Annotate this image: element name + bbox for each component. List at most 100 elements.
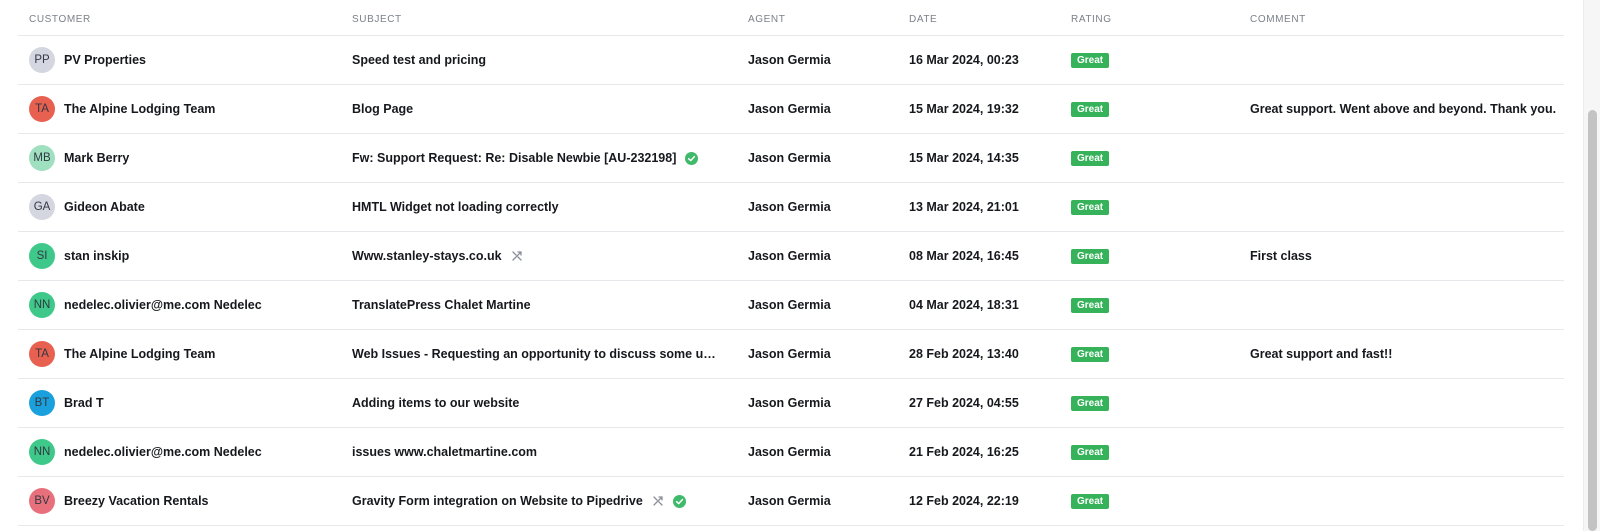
column-header-comment[interactable]: COMMENT	[1250, 0, 1306, 37]
avatar: BT	[29, 390, 55, 416]
customer-name[interactable]: Breezy Vacation Rentals	[64, 494, 209, 508]
agent-cell: Jason Germia	[748, 53, 831, 67]
customer-cell: NN nedelec.olivier@me.com Nedelec	[29, 281, 339, 329]
merge-icon	[511, 250, 523, 262]
rating-badge: Great	[1071, 199, 1110, 215]
date-cell: 04 Mar 2024, 18:31	[909, 298, 1019, 312]
customer-name[interactable]: The Alpine Lodging Team	[64, 347, 215, 361]
customer-name[interactable]: nedelec.olivier@me.com Nedelec	[64, 445, 262, 459]
rating-cell: Great	[1071, 428, 1231, 476]
avatar: BV	[29, 488, 55, 514]
agent-cell: Jason Germia	[748, 249, 831, 263]
table-row[interactable]: BT Brad T Adding items to our website Jason…	[18, 379, 1564, 428]
customer-cell: NN nedelec.olivier@me.com Nedelec	[29, 428, 339, 476]
table-row[interactable]: NN nedelec.olivier@me.com Nedelec Translat…	[18, 281, 1564, 330]
table-header: CUSTOMER SUBJECT AGENT DATE RATING COMME…	[18, 0, 1564, 36]
customer-name[interactable]: Gideon Abate	[64, 200, 145, 214]
column-header-rating[interactable]: RATING	[1071, 0, 1112, 37]
page: CUSTOMER SUBJECT AGENT DATE RATING COMME…	[0, 0, 1600, 531]
comment-cell	[1250, 379, 1570, 427]
avatar: PP	[29, 47, 55, 73]
subject-link[interactable]: Web Issues - Requesting an opportunity t…	[352, 347, 717, 361]
rating-cell: Great	[1071, 330, 1231, 378]
customer-cell: GA Gideon Abate	[29, 183, 339, 231]
table-row[interactable]: GA Gideon Abate HMTL Widget not loading co…	[18, 183, 1564, 232]
agent-cell: Jason Germia	[748, 494, 831, 508]
table-row[interactable]: NN nedelec.olivier@me.com Nedelec issues w…	[18, 428, 1564, 477]
avatar: GA	[29, 194, 55, 220]
customer-cell: TA The Alpine Lodging Team	[29, 85, 339, 133]
comment-cell	[1250, 477, 1570, 525]
ratings-table: CUSTOMER SUBJECT AGENT DATE RATING COMME…	[18, 0, 1564, 526]
avatar: MB	[29, 145, 55, 171]
column-header-customer[interactable]: CUSTOMER	[29, 0, 91, 37]
subject-cell: TranslatePress Chalet Martine	[352, 281, 742, 329]
subject-cell: issues www.chaletmartine.com	[352, 428, 742, 476]
rating-badge: Great	[1071, 493, 1110, 509]
subject-link[interactable]: Www.stanley-stays.co.uk	[352, 249, 502, 263]
table-row[interactable]: BV Breezy Vacation Rentals Gravity Form in…	[18, 477, 1564, 526]
avatar: TA	[29, 341, 55, 367]
table-row[interactable]: MB Mark Berry Fw: Support Request: Re: Dis…	[18, 134, 1564, 183]
customer-cell: SI stan inskip	[29, 232, 339, 280]
date-cell: 08 Mar 2024, 16:45	[909, 249, 1019, 263]
customer-name[interactable]: PV Properties	[64, 53, 146, 67]
table-row[interactable]: SI stan inskip Www.stanley-stays.co.uk Jaso…	[18, 232, 1564, 281]
column-header-subject[interactable]: SUBJECT	[352, 0, 402, 37]
customer-cell: PP PV Properties	[29, 36, 339, 84]
subject-link[interactable]: TranslatePress Chalet Martine	[352, 298, 531, 312]
comment-cell	[1250, 428, 1570, 476]
comment-cell	[1250, 134, 1570, 182]
subject-link[interactable]: Gravity Form integration on Website to P…	[352, 494, 643, 508]
subject-link[interactable]: Fw: Support Request: Re: Disable Newbie …	[352, 151, 676, 165]
customer-name[interactable]: The Alpine Lodging Team	[64, 102, 215, 116]
customer-cell: TA The Alpine Lodging Team	[29, 330, 339, 378]
subject-link[interactable]: HMTL Widget not loading correctly	[352, 200, 559, 214]
table-row[interactable]: TA The Alpine Lodging Team Blog Page Jason …	[18, 85, 1564, 134]
avatar: NN	[29, 292, 55, 318]
date-cell: 21 Feb 2024, 16:25	[909, 445, 1019, 459]
customer-cell: BT Brad T	[29, 379, 339, 427]
column-header-agent[interactable]: AGENT	[748, 0, 785, 37]
avatar: TA	[29, 96, 55, 122]
comment-cell	[1250, 183, 1570, 231]
column-header-date[interactable]: DATE	[909, 0, 937, 37]
rating-cell: Great	[1071, 477, 1231, 525]
subject-cell: Adding items to our website	[352, 379, 742, 427]
rating-cell: Great	[1071, 232, 1231, 280]
rating-badge: Great	[1071, 346, 1110, 362]
date-cell: 15 Mar 2024, 19:32	[909, 102, 1019, 116]
rating-cell: Great	[1071, 134, 1231, 182]
rating-cell: Great	[1071, 281, 1231, 329]
agent-cell: Jason Germia	[748, 200, 831, 214]
check-circle-icon	[685, 151, 699, 165]
agent-cell: Jason Germia	[748, 445, 831, 459]
comment-cell: Great support. Went above and beyond. Th…	[1250, 102, 1557, 116]
agent-cell: Jason Germia	[748, 298, 831, 312]
table-row[interactable]: TA The Alpine Lodging Team Web Issues - Re…	[18, 330, 1564, 379]
customer-name[interactable]: nedelec.olivier@me.com Nedelec	[64, 298, 262, 312]
rating-cell: Great	[1071, 36, 1231, 84]
rating-badge: Great	[1071, 101, 1110, 117]
agent-cell: Jason Germia	[748, 347, 831, 361]
subject-cell: Www.stanley-stays.co.uk	[352, 232, 742, 280]
customer-name[interactable]: Mark Berry	[64, 151, 129, 165]
subject-cell: HMTL Widget not loading correctly	[352, 183, 742, 231]
table-row[interactable]: PP PV Properties Speed test and pricing Jas…	[18, 36, 1564, 85]
customer-name[interactable]: stan inskip	[64, 249, 129, 263]
scrollbar-track[interactable]	[1583, 0, 1600, 531]
date-cell: 27 Feb 2024, 04:55	[909, 396, 1019, 410]
date-cell: 15 Mar 2024, 14:35	[909, 151, 1019, 165]
subject-cell: Speed test and pricing	[352, 36, 742, 84]
customer-name[interactable]: Brad T	[64, 396, 104, 410]
subject-link[interactable]: Adding items to our website	[352, 396, 519, 410]
scrollbar-thumb[interactable]	[1588, 110, 1597, 531]
comment-cell: Great support and fast!!	[1250, 347, 1393, 361]
subject-link[interactable]: Blog Page	[352, 102, 413, 116]
subject-link[interactable]: Speed test and pricing	[352, 53, 486, 67]
date-cell: 28 Feb 2024, 13:40	[909, 347, 1019, 361]
check-circle-icon	[672, 494, 686, 508]
rating-badge: Great	[1071, 444, 1110, 460]
agent-cell: Jason Germia	[748, 102, 831, 116]
subject-link[interactable]: issues www.chaletmartine.com	[352, 445, 537, 459]
